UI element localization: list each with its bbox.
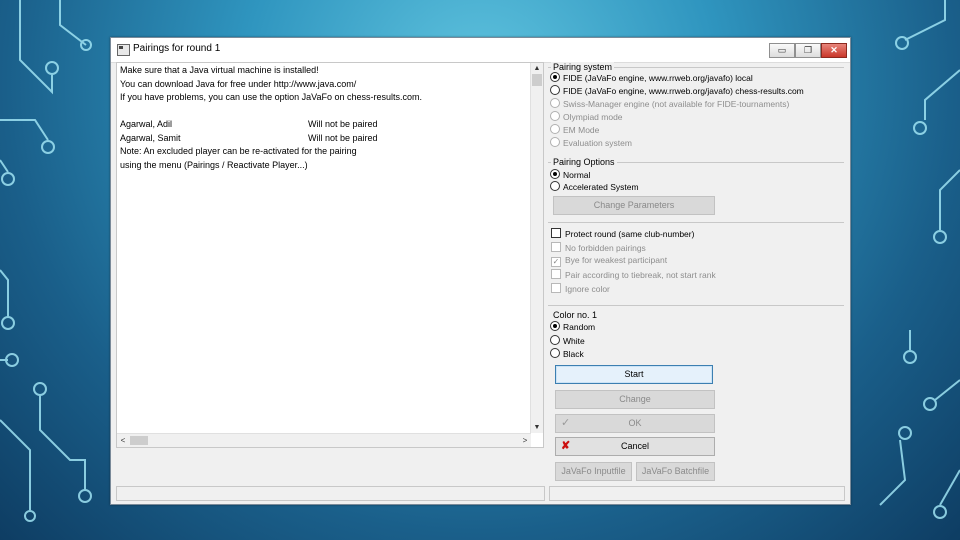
option-label: EM Mode [563,125,600,135]
minimize-button[interactable]: ▭ [769,43,795,58]
player-name: Agarwal, Adil [120,119,173,129]
radio-icon [550,335,560,345]
checkbox-icon [551,242,561,252]
check-ignore-color: Ignore color [551,283,610,294]
color-group: Color no. 1 [548,305,844,320]
pairing-options-title: Pairing Options [551,157,617,167]
option-label: Olympiad mode [563,112,623,122]
option-label: Evaluation system [563,138,632,148]
log-lines: Make sure that a Java virtual machine is… [120,64,422,172]
change-parameters-button: Change Parameters [553,196,715,215]
pairing-system-title: Pairing system [551,62,615,72]
radio-em-mode: EM Mode [550,124,599,135]
radio-icon [550,111,560,121]
option-label: Random [563,322,596,332]
scroll-up-icon[interactable]: ▲ [531,63,543,74]
radio-normal[interactable]: Normal [550,169,590,180]
log-unpaired-row: Agarwal, Samit Will not be paired [120,132,422,146]
checkbox-icon [551,283,561,293]
cancel-label: Cancel [620,441,649,451]
option-label: Swiss-Manager engine (not available for … [563,99,790,109]
scroll-left-icon[interactable]: < [117,434,129,447]
pairing-log-text[interactable]: Make sure that a Java virtual machine is… [116,62,544,448]
cancel-button[interactable]: ✘ Cancel [555,437,715,456]
start-button[interactable]: Start [555,365,713,384]
radio-evaluation-system: Evaluation system [550,137,632,148]
horizontal-scroll-thumb[interactable] [130,436,148,445]
radio-fide-chess-results[interactable]: FIDE (JaVaFo engine, www.rrweb.org/javaf… [550,85,804,96]
javafo-batchfile-button: JaVaFo Batchfile [636,462,715,481]
option-label: Black [563,349,584,359]
app-icon [117,44,130,56]
color-title: Color no. 1 [551,310,600,320]
option-label: Pair according to tiebreak, not start ra… [565,270,716,280]
option-label: White [563,336,585,346]
scroll-down-icon[interactable]: ▼ [531,422,543,433]
log-line: Note: An excluded player can be re-activ… [120,146,357,156]
pairing-options-group: Pairing Options [548,157,844,167]
option-label: Bye for weakest participant [565,255,668,265]
player-name: Agarwal, Samit [120,132,181,143]
radio-icon [550,124,560,134]
ok-button: ✓ OK [555,414,715,433]
log-unpaired-row: Agarwal, Adil Will not be paired [120,118,422,132]
log-blank-line [120,105,422,119]
radio-icon [550,98,560,108]
radio-checked-icon [550,321,560,331]
log-line: Make sure that a Java virtual machine is… [120,65,319,75]
pair-status: Will not be paired [308,132,378,143]
radio-checked-icon [550,72,560,82]
status-bar-left [116,486,545,501]
maximize-button[interactable]: ❐ [795,43,821,58]
close-button[interactable]: ✕ [821,43,847,58]
option-label: Protect round (same club-number) [565,229,695,239]
option-label: Normal [563,170,591,180]
check-pair-tiebreak: Pair according to tiebreak, not start ra… [551,269,716,280]
check-bye-weakest: ✓ Bye for weakest participant [551,255,667,267]
vertical-scrollbar[interactable]: ▲ ▼ [530,63,543,433]
check-protect-round[interactable]: Protect round (same club-number) [551,228,694,239]
checkbox-icon [551,228,561,238]
radio-white[interactable]: White [550,335,585,346]
title-bar: Pairings for round 1 ▭ ❐ ✕ [111,38,850,63]
pairing-system-group: Pairing system [548,62,844,72]
checkbox-icon [551,269,561,279]
status-bar-right [549,486,845,501]
scroll-right-icon[interactable]: > [519,434,531,447]
radio-icon [550,181,560,191]
option-label: Accelerated System [563,182,639,192]
radio-icon [550,348,560,358]
check-no-forbidden-pairings: No forbidden pairings [551,242,646,253]
change-button: Change [555,390,715,409]
radio-icon [550,85,560,95]
javafo-inputfile-button: JaVaFo Inputfile [555,462,632,481]
radio-checked-icon [550,169,560,179]
window-title: Pairings for round 1 [133,43,221,54]
ok-check-icon: ✓ [561,417,571,429]
ok-label: OK [628,418,642,428]
radio-black[interactable]: Black [550,348,584,359]
option-label: No forbidden pairings [565,243,646,253]
log-line: You can download Java for free under htt… [120,78,357,89]
log-line: using the menu (Pairings / Reactivate Pl… [120,159,308,170]
option-label: FIDE (JaVaFo engine, www.rrweb.org/javaf… [563,73,753,83]
radio-fide-local[interactable]: FIDE (JaVaFo engine, www.rrweb.org/javaf… [550,72,753,83]
option-label: Ignore color [565,284,610,294]
pair-status: Will not be paired [308,119,378,129]
pairings-dialog: Pairings for round 1 ▭ ❐ ✕ Make sure tha… [110,37,851,505]
radio-swiss-manager: Swiss-Manager engine (not available for … [550,98,789,109]
vertical-scroll-thumb[interactable] [532,74,542,86]
radio-olympiad-mode: Olympiad mode [550,111,623,122]
option-label: FIDE (JaVaFo engine, www.rrweb.org/javaf… [563,86,804,96]
cancel-x-icon: ✘ [561,440,571,452]
radio-accelerated[interactable]: Accelerated System [550,181,639,192]
log-line: If you have problems, you can use the op… [120,92,422,102]
radio-icon [550,137,560,147]
checkmark-icon: ✓ [551,257,561,267]
radio-random[interactable]: Random [550,321,595,332]
horizontal-scrollbar[interactable]: < > [117,433,531,447]
separator [548,222,844,223]
